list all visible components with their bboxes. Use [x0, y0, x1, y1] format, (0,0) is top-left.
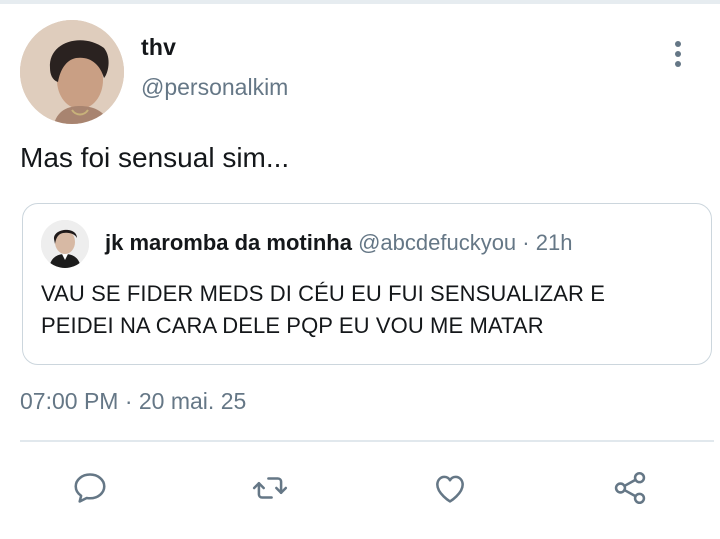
quoted-separator: ·	[522, 230, 530, 255]
like-icon	[436, 475, 464, 503]
reply-icon	[74, 473, 106, 503]
tweet-text: Mas foi sensual sim...	[20, 142, 290, 173]
quoted-tweet-header: jk maromba da motinha @abcdefuckyou · 21…	[105, 230, 572, 256]
author-avatar-photo	[20, 20, 124, 124]
share-icon	[614, 472, 646, 504]
share-button[interactable]	[608, 466, 652, 510]
actions-divider	[20, 440, 714, 442]
like-button[interactable]	[428, 466, 472, 510]
more-options-icon	[675, 41, 681, 47]
quoted-avatar-photo	[41, 220, 89, 268]
quoted-author-handle[interactable]: @abcdefuckyou	[358, 230, 516, 255]
reply-button[interactable]	[68, 466, 112, 510]
retweet-icon	[252, 477, 288, 499]
more-options-icon-dot	[675, 61, 681, 67]
author-name[interactable]: thv	[141, 34, 176, 61]
quoted-author-name[interactable]: jk maromba da motinha	[105, 230, 352, 255]
more-options-button[interactable]	[662, 36, 694, 72]
quoted-author-avatar[interactable]	[41, 220, 89, 268]
quoted-time[interactable]: 21h	[536, 230, 573, 255]
author-avatar[interactable]	[20, 20, 124, 124]
more-options-icon-dot	[675, 51, 681, 57]
tweet-card: thv @personalkim Mas foi sensual sim... …	[0, 4, 720, 539]
tweet-timestamp[interactable]: 07:00 PM · 20 mai. 25	[20, 388, 246, 415]
retweet-button[interactable]	[248, 466, 292, 510]
quoted-tweet[interactable]: jk maromba da motinha @abcdefuckyou · 21…	[22, 203, 712, 365]
quoted-tweet-text: VAU SE FIDER MEDS DI CÉU EU FUI SENSUALI…	[41, 281, 605, 338]
author-handle[interactable]: @personalkim	[141, 74, 288, 101]
